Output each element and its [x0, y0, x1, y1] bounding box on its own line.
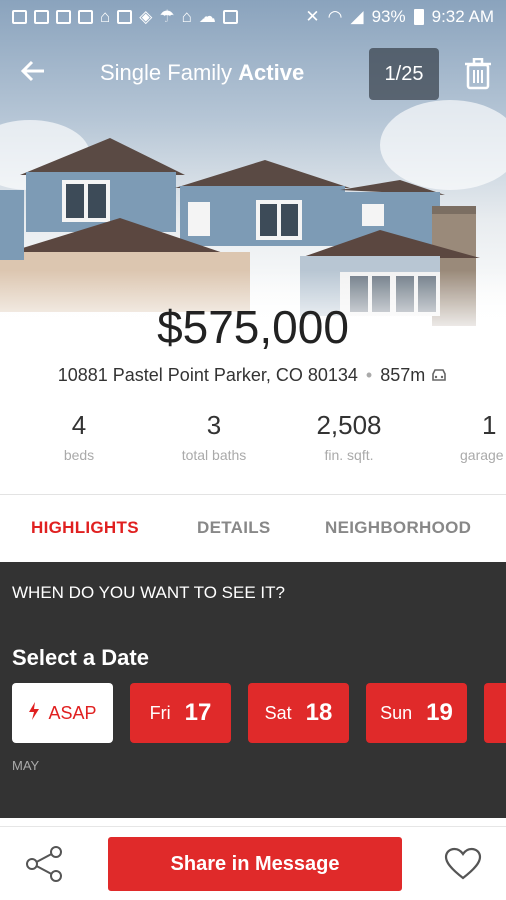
- tab-neighborhood[interactable]: NEIGHBORHOOD: [325, 518, 471, 538]
- asap-label: ASAP: [48, 702, 97, 723]
- stat-value: 4: [71, 410, 87, 440]
- wifi-icon: ◠: [327, 7, 343, 26]
- back-arrow-icon[interactable]: [18, 56, 52, 90]
- chip-date: 17: [184, 699, 212, 726]
- battery-icon: [413, 9, 424, 25]
- date-chip[interactable]: Fri 17: [130, 683, 231, 743]
- month-label: MAY: [12, 758, 40, 773]
- bottom-bar: Share in Message: [0, 826, 506, 900]
- distance: 857m: [380, 365, 426, 385]
- mute-icon: ✕: [305, 7, 320, 26]
- date-chip-asap[interactable]: ASAP: [12, 683, 113, 743]
- property-stats: 4 beds 3 total baths 2,508 fin. sqft. 1 …: [0, 410, 506, 490]
- stat-sqft: 2,508 fin. sqft.: [279, 410, 419, 463]
- home-icon-2: ⌂: [181, 7, 192, 26]
- chip-day: Sat: [264, 702, 292, 723]
- stat-label: total baths: [181, 447, 247, 463]
- chip-day: Sun: [380, 702, 413, 723]
- car-icon: [430, 366, 448, 387]
- dropbox-icon: ◈: [139, 7, 153, 26]
- listing-price: $575,000: [157, 301, 349, 353]
- notification-icons: ⌂ ◈ ☂ ⌂ ☁: [12, 7, 238, 27]
- notification-icon: [12, 10, 27, 24]
- clock: 9:32 AM: [431, 7, 494, 26]
- date-chip[interactable]: Sat 18: [248, 683, 349, 743]
- listing-status: Active: [238, 60, 305, 85]
- stat-beds: 4 beds: [9, 410, 149, 463]
- stat-label: garage: [460, 447, 504, 463]
- tab-highlights[interactable]: HIGHLIGHTS: [31, 518, 139, 538]
- document-icon: [222, 10, 238, 24]
- cloud-icon: ☁: [198, 7, 216, 26]
- stat-label: fin. sqft.: [324, 447, 374, 463]
- trash-icon[interactable]: [464, 57, 492, 90]
- stat-garage: 1 garage: [414, 410, 506, 463]
- message-icon: [78, 10, 93, 24]
- chip-date: 19: [426, 699, 453, 726]
- date-chip[interactable]: Sun 19: [366, 683, 467, 743]
- divider: [0, 494, 506, 495]
- schedule-question: WHEN DO YOU WANT TO SEE IT?: [12, 583, 285, 602]
- home-icon: ⌂: [100, 7, 111, 26]
- stat-value: 2,508: [316, 410, 382, 440]
- listing-address[interactable]: 10881 Pastel Point Parker, CO 80134: [58, 365, 358, 385]
- battery-percent: 93%: [371, 7, 406, 26]
- select-date-heading: Select a Date: [12, 645, 149, 670]
- share-in-message-button[interactable]: Share in Message: [108, 837, 402, 891]
- weather-icon: ☂: [159, 7, 175, 26]
- tablet-icon: [117, 10, 133, 24]
- property-type: Single Family: [100, 60, 233, 85]
- top-bar: Single Family Active 1/25: [0, 34, 506, 114]
- address-line: 10881 Pastel Point Parker, CO 80134 • 857m: [0, 365, 506, 387]
- stat-value: 1: [482, 410, 497, 440]
- signal-icon: ◢: [350, 7, 364, 26]
- gallery-icon: [56, 10, 71, 24]
- favorite-heart-icon[interactable]: [444, 847, 482, 881]
- tab-details[interactable]: DETAILS: [197, 518, 271, 538]
- schedule-section: WHEN DO YOU WANT TO SEE IT? Select a Dat…: [0, 562, 506, 818]
- date-chip-partial[interactable]: [484, 683, 506, 743]
- stat-label: beds: [63, 447, 95, 463]
- share-icon[interactable]: [24, 845, 64, 883]
- chip-day: Fri: [149, 702, 171, 723]
- chip-date: 18: [305, 699, 333, 726]
- lightning-icon: [28, 701, 40, 725]
- page-title: Single Family Active: [100, 60, 304, 86]
- separator-dot: •: [365, 365, 373, 385]
- stat-value: 3: [206, 410, 222, 440]
- status-bar: ⌂ ◈ ☂ ⌂ ☁ ✕ ◠ ◢ 93% 9:32 AM: [0, 0, 506, 34]
- tab-bar: HIGHLIGHTS DETAILS NEIGHBORHOOD: [0, 496, 506, 562]
- stat-baths: 3 total baths: [144, 410, 284, 463]
- photo-counter[interactable]: 1/25: [369, 48, 439, 100]
- image-icon: [34, 10, 49, 24]
